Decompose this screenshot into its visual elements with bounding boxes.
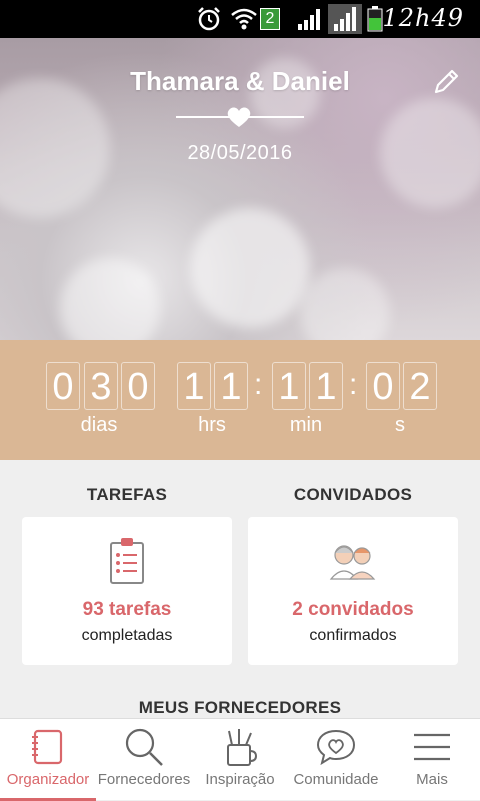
hours-digit-1: 1 (177, 362, 211, 410)
nav-organizador[interactable]: Organizador (0, 719, 96, 801)
tasks-count: 93 tarefas (82, 599, 172, 620)
days-digit-2: 3 (84, 362, 118, 410)
seconds-label: s (395, 414, 405, 436)
hours-digit-2: 1 (214, 362, 248, 410)
vendors-title: MEUS FORNECEDORES (138, 698, 342, 717)
nav-label: Mais (416, 771, 448, 788)
minutes-digit-1: 1 (272, 362, 306, 410)
alarm-icon (198, 7, 220, 31)
chat-heart-icon (316, 729, 356, 766)
notification-badge: 2 (260, 8, 280, 30)
days-label: dias (80, 414, 118, 436)
seconds-digit-2: 2 (403, 362, 437, 410)
heart-icon (227, 107, 251, 127)
nav-fornecedores[interactable]: Fornecedores (96, 719, 192, 801)
seconds-digit-1: 0 (366, 362, 400, 410)
nav-label: Comunidade (293, 771, 379, 788)
guests-title: CONVIDADOS (293, 485, 413, 504)
menu-icon (414, 733, 450, 761)
guests-subtitle: confirmados (309, 627, 397, 644)
bottom-nav: Organizador Fornecedores Inspiração Comu… (0, 718, 480, 801)
minutes-label: min (289, 414, 323, 436)
couple-names: Thamara & Daniel (130, 66, 350, 96)
nav-label: Organizador (6, 771, 90, 788)
search-icon (125, 728, 163, 766)
tasks-card[interactable]: 93 tarefas completadas (22, 517, 232, 665)
nav-comunidade[interactable]: Comunidade (288, 719, 384, 801)
colon-separator: : (254, 368, 263, 401)
status-bar: 2 12h49 (0, 0, 480, 38)
nav-label: Fornecedores (97, 771, 191, 788)
days-digit-1: 0 (46, 362, 80, 410)
wifi-icon (231, 8, 257, 30)
countdown-panel: 0 3 0 1 1 : 1 1 : 0 2 dias hrs min s (0, 340, 480, 460)
notebook-icon (32, 729, 63, 765)
pencil-cup-icon (227, 729, 258, 766)
edit-icon[interactable] (432, 68, 460, 96)
guests-count: 2 convidados (292, 599, 414, 620)
guests-icon (329, 545, 376, 580)
days-digit-3: 0 (121, 362, 155, 410)
minutes-digit-2: 1 (309, 362, 343, 410)
nav-mais[interactable]: Mais (384, 719, 480, 801)
hours-label: hrs (198, 414, 226, 436)
nav-label: Inspiração (205, 771, 275, 788)
clipboard-icon (110, 538, 144, 584)
signal-icon (298, 9, 320, 30)
wedding-date: 28/05/2016 (187, 142, 293, 164)
clock: 12h49 (382, 4, 464, 32)
signal-icon-2 (328, 4, 362, 34)
battery-icon (367, 6, 383, 32)
tasks-subtitle: completadas (81, 627, 173, 644)
guests-card[interactable]: 2 convidados confirmados (248, 517, 458, 665)
tasks-title: TAREFAS (86, 485, 168, 504)
nav-inspiracao[interactable]: Inspiração (192, 719, 288, 801)
colon-separator: : (349, 368, 358, 401)
hero-banner: Thamara & Daniel 28/05/2016 (0, 38, 480, 340)
